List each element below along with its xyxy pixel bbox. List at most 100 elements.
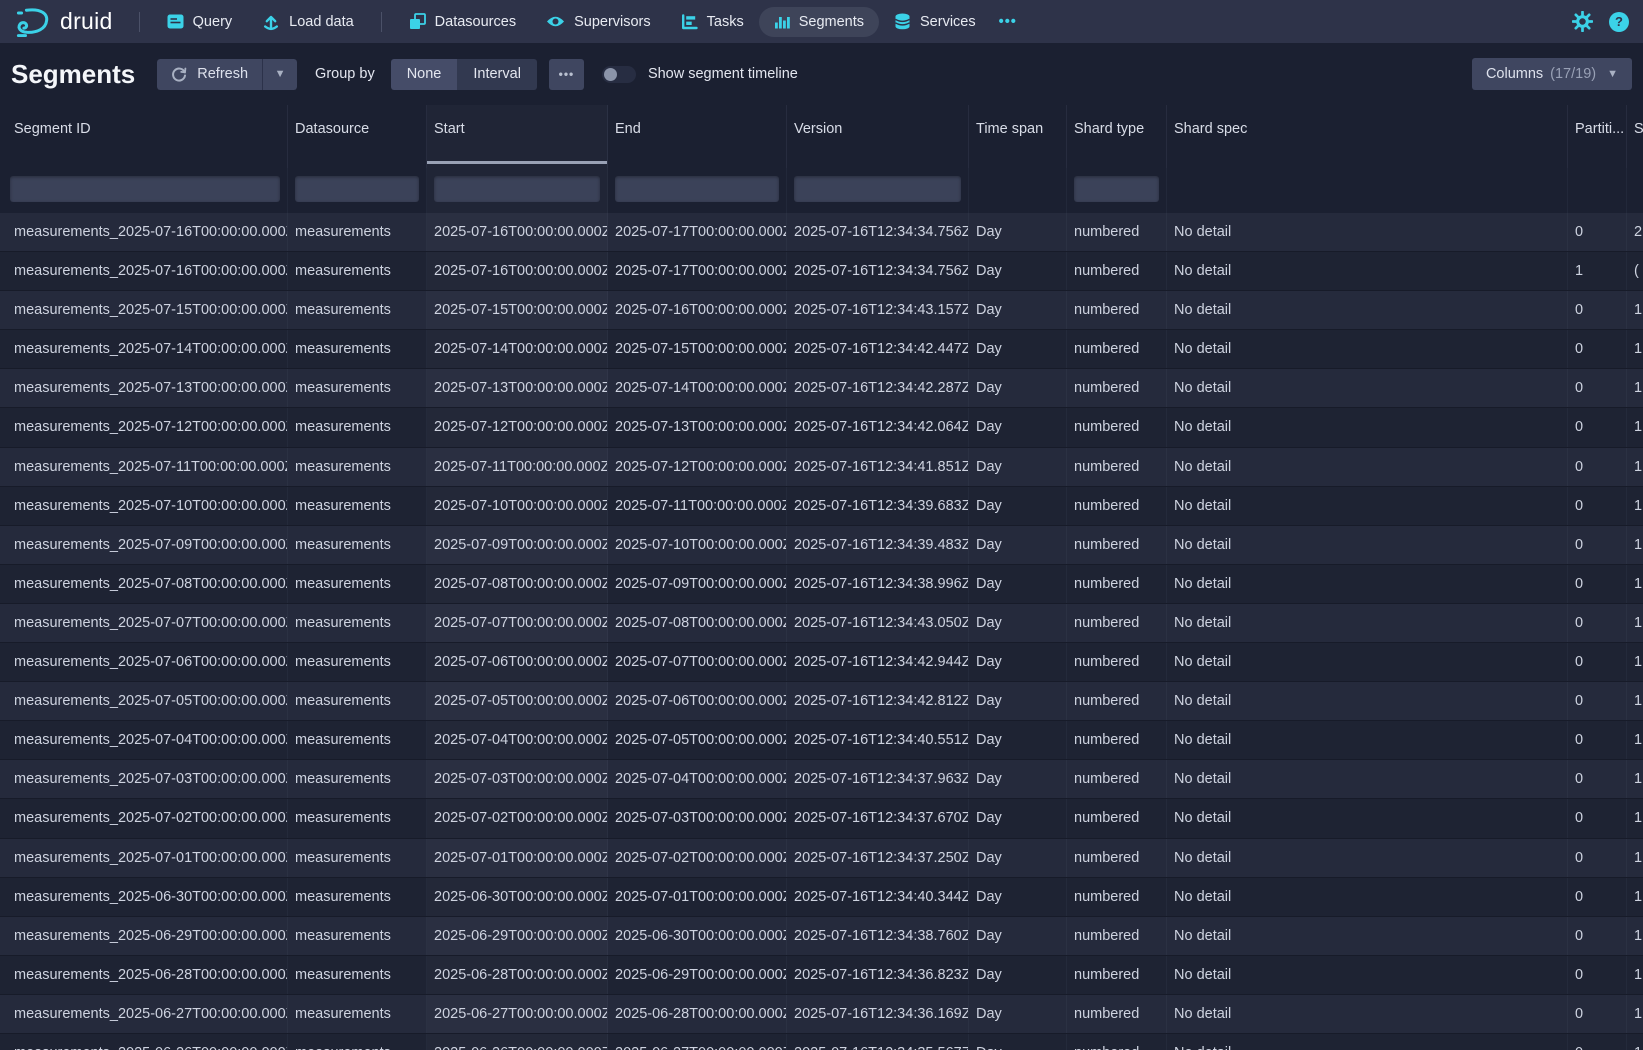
cell-shard-spec: No detail [1167,682,1568,720]
filter-input-start[interactable] [434,176,600,202]
cell-segment-id[interactable]: measurements_2025-07-04T00:00:00.000Z... [0,721,288,759]
cell-version: 2025-07-16T12:34:41.851Z [787,448,969,486]
column-header-datasource[interactable]: Datasource [288,105,427,168]
cell-version: 2025-07-16T12:34:42.064Z [787,408,969,446]
refresh-button[interactable]: Refresh [157,59,262,90]
cell-segment-id[interactable]: measurements_2025-06-29T00:00:00.000Z... [0,917,288,955]
cell-segment-id[interactable]: measurements_2025-07-01T00:00:00.000Z... [0,839,288,877]
column-header-partition[interactable]: Partiti... [1568,105,1627,168]
cell-time-span: Day [969,369,1067,407]
cell-partition: 0 [1568,330,1627,368]
column-header-end[interactable]: End [608,105,787,168]
cell-shard-spec: No detail [1167,487,1568,525]
cell-partition: 0 [1568,526,1627,564]
query-icon [167,14,184,29]
table-row: measurements_2025-07-04T00:00:00.000Z...… [0,721,1643,760]
filter-cell-size [1627,168,1643,213]
table-row: measurements_2025-07-16T00:00:00.000Z...… [0,213,1643,252]
cell-segment-id[interactable]: measurements_2025-06-27T00:00:00.000Z... [0,995,288,1033]
table-row: measurements_2025-07-01T00:00:00.000Z...… [0,839,1643,878]
cell-shard-spec: No detail [1167,839,1568,877]
nav-item-query[interactable]: Query [152,7,248,37]
columns-button[interactable]: Columns (17/19) ▼ [1472,58,1632,90]
filter-input-segment-id[interactable] [10,176,280,202]
cell-segment-id[interactable]: measurements_2025-06-28T00:00:00.000Z... [0,956,288,994]
table-row: measurements_2025-07-16T00:00:00.000Z...… [0,252,1643,291]
nav-item-datasources[interactable]: Datasources [394,6,531,37]
column-header-start[interactable]: Start [427,105,608,168]
help-icon[interactable]: ? [1609,12,1629,32]
cell-datasource: measurements [288,448,427,486]
cell-size-partial: 1 [1627,917,1643,955]
cell-segment-id[interactable]: measurements_2025-07-16T00:00:00.000Z... [0,213,288,251]
cell-version: 2025-07-16T12:34:36.169Z [787,995,969,1033]
cell-version: 2025-07-16T12:34:37.250Z [787,839,969,877]
cell-segment-id[interactable]: measurements_2025-07-09T00:00:00.000Z... [0,526,288,564]
cell-segment-id[interactable]: measurements_2025-07-05T00:00:00.000Z... [0,682,288,720]
cell-segment-id[interactable]: measurements_2025-07-11T00:00:00.000Z... [0,448,288,486]
filter-input-datasource[interactable] [295,176,419,202]
nav-item-tasks[interactable]: Tasks [666,7,759,37]
druid-wordmark: druid [60,8,113,35]
more-options-button[interactable]: ••• [549,59,584,90]
nav-divider [139,12,140,32]
column-header-shard-spec[interactable]: Shard spec [1167,105,1568,168]
more-icon: ••• [559,67,575,81]
filter-input-version[interactable] [794,176,961,202]
cell-size-partial: 1 [1627,565,1643,603]
cell-partition: 0 [1568,604,1627,642]
column-header-segment-id[interactable]: Segment ID [0,105,288,168]
cell-version: 2025-07-16T12:34:40.344Z [787,878,969,916]
cell-datasource: measurements [288,1034,427,1050]
cell-start: 2025-06-30T00:00:00.000Z [427,878,608,916]
group-by-none-button[interactable]: None [391,59,458,90]
cell-segment-id[interactable]: measurements_2025-07-06T00:00:00.000Z... [0,643,288,681]
group-by-interval-button[interactable]: Interval [457,59,537,90]
refresh-options-button[interactable]: ▼ [262,59,297,90]
table-row: measurements_2025-07-12T00:00:00.000Z...… [0,408,1643,447]
column-header-size[interactable]: S [1627,105,1643,168]
cell-segment-id[interactable]: measurements_2025-06-30T00:00:00.000Z... [0,878,288,916]
druid-logo[interactable]: druid [14,6,113,37]
segment-timeline-toggle[interactable] [602,66,636,83]
cell-segment-id[interactable]: measurements_2025-07-12T00:00:00.000Z... [0,408,288,446]
table-row: measurements_2025-07-15T00:00:00.000Z...… [0,291,1643,330]
cell-segment-id[interactable]: measurements_2025-07-10T00:00:00.000Z... [0,487,288,525]
column-header-shard-type[interactable]: Shard type [1067,105,1167,168]
cell-segment-id[interactable]: measurements_2025-06-26T00:00:00.000Z... [0,1034,288,1050]
nav-item-segments[interactable]: Segments [759,7,879,37]
cell-segment-id[interactable]: measurements_2025-07-03T00:00:00.000Z... [0,760,288,798]
column-header-time-span[interactable]: Time span [969,105,1067,168]
filter-input-shard-type[interactable] [1074,176,1159,202]
cell-time-span: Day [969,604,1067,642]
cell-segment-id[interactable]: measurements_2025-07-14T00:00:00.000Z... [0,330,288,368]
cell-size-partial: 1 [1627,721,1643,759]
cell-version: 2025-07-16T12:34:36.823Z [787,956,969,994]
refresh-label: Refresh [197,66,248,82]
nav-item-load-data[interactable]: Load data [247,6,369,38]
nav-item-more[interactable]: ••• [991,7,1025,37]
cell-segment-id[interactable]: measurements_2025-07-02T00:00:00.000Z... [0,799,288,837]
cell-segment-id[interactable]: measurements_2025-07-16T00:00:00.000Z... [0,252,288,290]
cell-shard-type: numbered [1067,330,1167,368]
cell-segment-id[interactable]: measurements_2025-07-13T00:00:00.000Z... [0,369,288,407]
nav-label: Load data [289,14,354,30]
cell-segment-id[interactable]: measurements_2025-07-07T00:00:00.000Z... [0,604,288,642]
toggle-knob [604,68,617,81]
segments-toolbar: Segments Refresh ▼ Group by None Interva… [0,43,1643,105]
cell-datasource: measurements [288,526,427,564]
nav-item-supervisors[interactable]: Supervisors [531,7,666,37]
cell-start: 2025-07-08T00:00:00.000Z [427,565,608,603]
filter-input-end[interactable] [615,176,779,202]
cell-partition: 0 [1568,956,1627,994]
cell-time-span: Day [969,799,1067,837]
cell-segment-id[interactable]: measurements_2025-07-15T00:00:00.000Z... [0,291,288,329]
filter-cell-shard-spec [1167,168,1568,213]
chevron-down-icon: ▼ [1607,68,1618,80]
nav-item-services[interactable]: Services [879,6,991,37]
column-header-version[interactable]: Version [787,105,969,168]
cell-shard-spec: No detail [1167,760,1568,798]
cell-segment-id[interactable]: measurements_2025-07-08T00:00:00.000Z... [0,565,288,603]
gear-icon[interactable] [1572,11,1593,32]
cell-start: 2025-07-10T00:00:00.000Z [427,487,608,525]
